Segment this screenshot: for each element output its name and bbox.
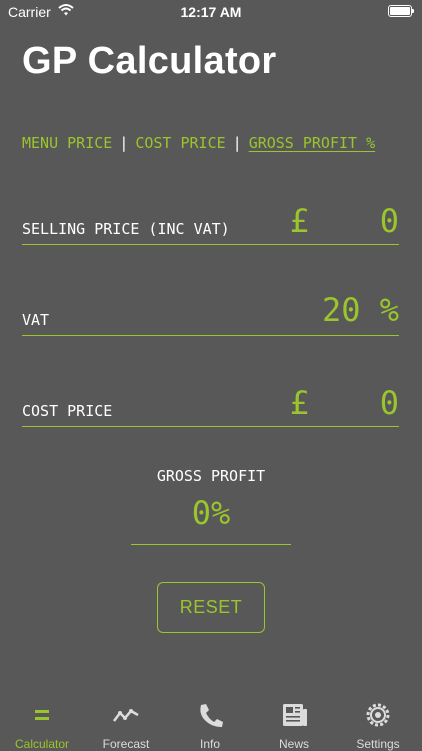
selling-price-label: SELLING PRICE (INC VAT) [22, 220, 230, 238]
vat-value[interactable]: 20 % [322, 291, 399, 329]
mode-tabs: MENU PRICE | COST PRICE | GROSS PROFIT % [22, 134, 375, 152]
selling-price-value[interactable]: £0 [290, 202, 399, 240]
vat-field[interactable]: VAT 20 % [22, 287, 399, 336]
tab-cost-price[interactable]: COST PRICE [135, 134, 225, 152]
equals-icon [35, 710, 49, 720]
currency-symbol: £ [289, 384, 309, 422]
gross-profit-label: GROSS PROFIT [156, 467, 266, 485]
vat-label: VAT [22, 311, 50, 329]
tab-settings[interactable]: Settings [336, 695, 420, 751]
chart-line-icon [113, 709, 139, 722]
newspaper-icon [283, 704, 307, 726]
cost-price-field[interactable]: COST PRICE £0 [22, 378, 399, 427]
gear-icon [366, 703, 390, 727]
percent-symbol: % [379, 291, 399, 329]
clock-time: 12:17 AM [180, 4, 242, 20]
tab-label: Calculator [14, 737, 70, 751]
tab-label: Settings [356, 737, 400, 751]
cost-price-value[interactable]: £0 [290, 384, 399, 422]
tab-forecast[interactable]: Forecast [84, 695, 168, 751]
battery-icon [388, 5, 414, 17]
tab-menu-price[interactable]: MENU PRICE [22, 134, 112, 152]
tab-gross-profit[interactable]: GROSS PROFIT % [249, 134, 375, 152]
phone-icon [200, 704, 223, 727]
tab-label: Forecast [102, 737, 150, 751]
page-title: GP Calculator [22, 40, 277, 82]
status-bar: Carrier 12:17 AM [0, 0, 422, 24]
cost-price-label: COST PRICE [22, 402, 113, 420]
tab-label: News [278, 737, 309, 751]
vat-amount[interactable]: 20 [322, 291, 361, 329]
tab-bar: Calculator Forecast Info News Settings [0, 695, 422, 751]
gross-profit-value: 0% [191, 494, 231, 532]
tab-news[interactable]: News [252, 695, 336, 751]
tab-separator: | [119, 134, 129, 152]
gross-profit-underline [131, 544, 291, 545]
tab-separator: | [232, 134, 242, 152]
tab-info[interactable]: Info [168, 695, 252, 751]
currency-symbol: £ [289, 202, 309, 240]
cost-price-amount[interactable]: 0 [359, 384, 399, 422]
reset-button[interactable]: RESET [157, 582, 265, 633]
tab-label: Info [199, 737, 220, 751]
tab-calculator[interactable]: Calculator [0, 695, 84, 751]
selling-price-field[interactable]: SELLING PRICE (INC VAT) £0 [22, 196, 399, 245]
selling-price-amount[interactable]: 0 [359, 202, 399, 240]
